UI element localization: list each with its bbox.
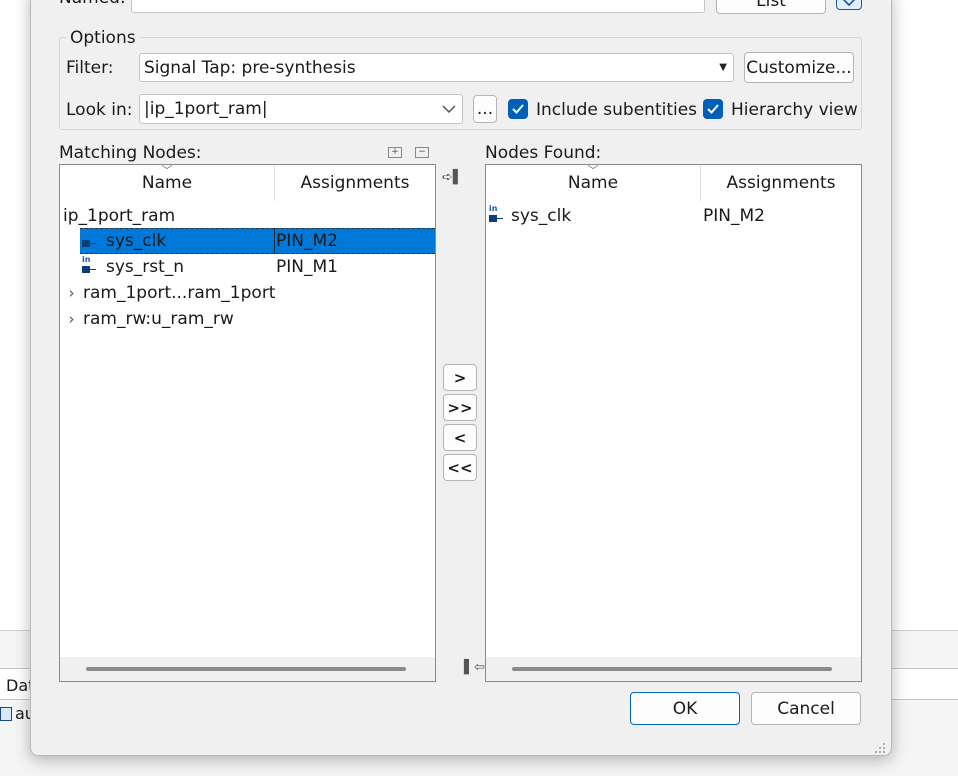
input-pin-icon: in — [82, 255, 100, 274]
hierarchy-view-label[interactable]: Hierarchy view — [731, 100, 858, 120]
node-assignment: PIN_M1 — [276, 257, 338, 277]
column-header-assignments-label: Assignments — [726, 173, 836, 193]
tree-row[interactable]: in sys_rst_n PIN_M1 — [80, 254, 435, 280]
node-name: ram_1port...ram_1port — [83, 283, 276, 303]
hierarchy-view-checkbox[interactable] — [703, 99, 723, 119]
remove-selected-label: < — [453, 428, 467, 447]
node-assignment: PIN_M2 — [703, 206, 765, 226]
tree-row-collapsed[interactable]: › ram_rw:u_ram_rw — [60, 306, 435, 332]
copy-to-found-icon[interactable]: ➪▌ — [442, 170, 463, 185]
checkmark-icon — [512, 104, 524, 114]
sort-caret-icon: ﹀ — [587, 164, 599, 177]
add-all-label: >> — [447, 398, 473, 417]
filter-select-value: Signal Tap: pre-synthesis — [144, 57, 356, 78]
file-icon — [0, 707, 12, 721]
chevron-right-icon[interactable]: › — [60, 310, 83, 328]
look-in-label: Look in: — [66, 100, 133, 120]
input-pin-icon: in — [489, 204, 507, 223]
horizontal-scrollbar[interactable] — [486, 657, 861, 681]
close-icon — [842, 0, 856, 7]
sort-caret-icon: ﹀ — [161, 164, 173, 177]
filter-label: Filter: — [66, 58, 114, 78]
remove-all-label: << — [447, 458, 473, 477]
copy-to-matching-icon[interactable]: ▌⇦ — [464, 660, 485, 675]
node-name: ram_rw:u_ram_rw — [83, 309, 234, 329]
checkmark-icon — [707, 104, 719, 114]
cancel-button-label: Cancel — [777, 698, 835, 719]
node-name: sys_clk — [511, 206, 572, 226]
column-header-assignments-label: Assignments — [300, 173, 410, 193]
filter-select[interactable]: Signal Tap: pre-synthesis ▼ — [139, 53, 734, 82]
customize-button-label: Customize... — [746, 57, 852, 78]
column-header-name[interactable]: ﹀ Name — [486, 165, 700, 201]
node-name: sys_clk — [106, 231, 167, 251]
cancel-button[interactable]: Cancel — [751, 692, 861, 725]
look-in-combo[interactable]: |ip_1port_ram| — [139, 94, 463, 124]
column-header-assignments[interactable]: Assignments — [275, 165, 435, 201]
browse-button-label: ... — [476, 99, 494, 119]
named-label: Named: — [59, 0, 126, 8]
chevron-down-icon: ▾ — [692, 0, 698, 2]
found-row[interactable]: in sys_clk PIN_M2 — [486, 203, 861, 229]
scrollbar-thumb[interactable] — [86, 667, 406, 671]
add-all-button[interactable]: >> — [443, 394, 477, 421]
expand-all-icon[interactable]: + — [388, 147, 402, 158]
tree-row-root[interactable]: ip_1port_ram — [60, 203, 435, 229]
dropdown-arrow-icon: ▼ — [719, 62, 727, 73]
ok-button[interactable]: OK — [630, 692, 740, 725]
tree-row-collapsed[interactable]: › ram_1port...ram_1port — [60, 280, 435, 306]
node-name: ip_1port_ram — [63, 206, 176, 226]
named-input[interactable]: ▾ — [131, 0, 705, 13]
list-button-label: List — [756, 0, 786, 11]
column-header-assignments[interactable]: Assignments — [701, 165, 861, 201]
column-header-name[interactable]: ﹀ Name — [60, 165, 274, 201]
tree-row-selected[interactable]: sys_clk PIN_M2 — [80, 228, 435, 254]
collapse-all-icon[interactable]: − — [415, 147, 429, 158]
include-subentities-label[interactable]: Include subentities — [536, 100, 697, 120]
remove-selected-button[interactable]: < — [443, 424, 477, 451]
resize-grip-icon[interactable] — [874, 739, 886, 753]
scrollbar-thumb[interactable] — [512, 667, 832, 671]
stop-button[interactable] — [836, 0, 862, 10]
node-name: sys_rst_n — [106, 257, 185, 277]
matching-nodes-title: Matching Nodes: — [59, 143, 202, 163]
node-assignment: PIN_M2 — [276, 231, 338, 251]
nodes-found-title: Nodes Found: — [485, 143, 602, 163]
add-selected-button[interactable]: > — [443, 364, 477, 391]
horizontal-scrollbar[interactable] — [60, 657, 435, 681]
remove-all-button[interactable]: << — [443, 454, 477, 481]
chevron-right-icon[interactable]: › — [60, 284, 83, 302]
include-subentities-checkbox[interactable] — [508, 99, 528, 119]
add-selected-label: > — [453, 368, 467, 387]
options-group-title: Options — [66, 28, 140, 48]
look-in-value: |ip_1port_ram| — [144, 99, 268, 119]
customize-button[interactable]: Customize... — [744, 52, 854, 83]
chevron-down-icon — [442, 105, 456, 114]
column-divider — [274, 228, 275, 254]
nodes-found-list[interactable]: ﹀ Name Assignments in sys_clk PIN_M2 — [485, 164, 862, 682]
browse-button[interactable]: ... — [473, 95, 497, 123]
input-pin-icon — [82, 234, 100, 248]
ok-button-label: OK — [672, 698, 698, 719]
matching-nodes-list[interactable]: ﹀ Name Assignments ip_1port_ram sys_clk … — [59, 164, 436, 682]
list-button[interactable]: List — [716, 0, 826, 14]
